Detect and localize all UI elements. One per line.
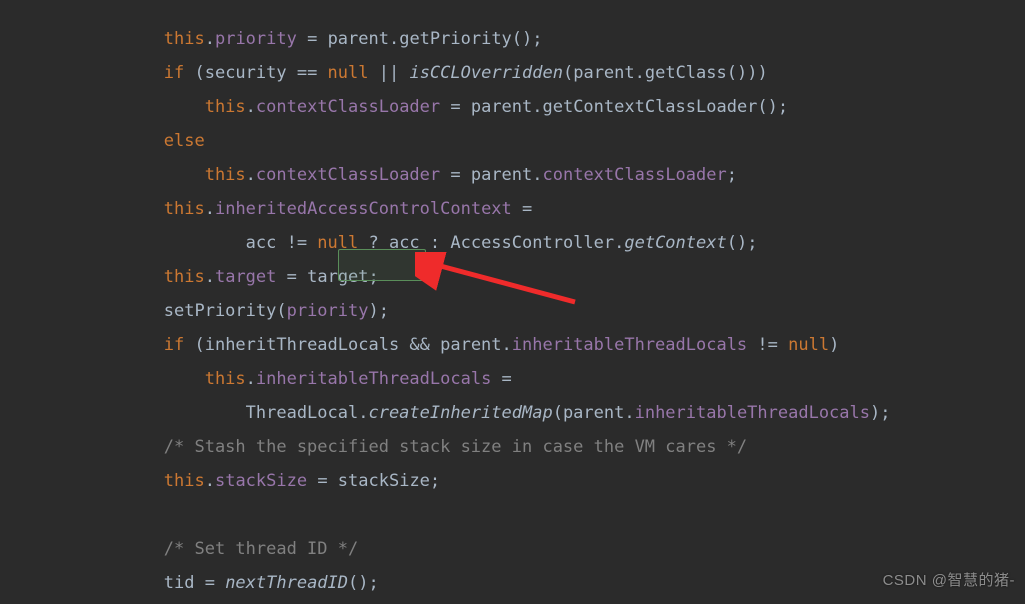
- kw-else: else: [164, 131, 205, 151]
- t: ;: [727, 165, 737, 185]
- kw-this: this: [164, 199, 205, 219]
- call-createInheritedMap: createInheritedMap: [368, 403, 552, 423]
- kw-this: this: [164, 267, 205, 287]
- field-iacc: inheritedAccessControlContext: [215, 199, 512, 219]
- comment-tid: /* Set thread ID */: [164, 539, 358, 559]
- t: ThreadLocal.: [246, 403, 369, 423]
- kw-if: if: [164, 335, 184, 355]
- kw-this: this: [205, 97, 246, 117]
- kw-null: null: [328, 63, 369, 83]
- var-target: target: [307, 267, 368, 287]
- t: );: [368, 301, 388, 321]
- field-ccl2: contextClassLoader: [543, 165, 727, 185]
- t: );: [870, 403, 890, 423]
- field-priority: priority: [287, 301, 369, 321]
- t: =: [491, 369, 511, 389]
- t: ();: [348, 573, 379, 593]
- field-priority: priority: [215, 29, 297, 49]
- t: =: [512, 199, 532, 219]
- field-itl: inheritableThreadLocals: [512, 335, 747, 355]
- t: =: [276, 267, 307, 287]
- t: = parent.getPriority();: [297, 29, 543, 49]
- kw-this: this: [164, 29, 205, 49]
- code-block[interactable]: this.priority = parent.getPriority(); if…: [0, 0, 1025, 604]
- comment-stack: /* Stash the specified stack size in cas…: [164, 437, 747, 457]
- field-itl2: inheritableThreadLocals: [635, 403, 870, 423]
- field-stacksize: stackSize: [215, 471, 307, 491]
- field-itl: inheritableThreadLocals: [256, 369, 491, 389]
- t: tid =: [164, 573, 225, 593]
- t: !=: [747, 335, 788, 355]
- call-nextThreadID: nextThreadID: [225, 573, 348, 593]
- t: ? acc : AccessController.: [358, 233, 624, 253]
- t: acc !=: [246, 233, 318, 253]
- field-ccl: contextClassLoader: [256, 165, 440, 185]
- t: ;: [369, 267, 379, 287]
- t: setPriority(: [164, 301, 287, 321]
- t: ();: [727, 233, 758, 253]
- t: (inheritThreadLocals && parent.: [184, 335, 512, 355]
- kw-this: this: [164, 471, 205, 491]
- t: = stackSize;: [307, 471, 440, 491]
- t: (parent.getClass())): [563, 63, 768, 83]
- t: (security ==: [184, 63, 327, 83]
- kw-this: this: [205, 165, 246, 185]
- t: ): [829, 335, 839, 355]
- field-target: target: [215, 267, 276, 287]
- kw-if: if: [164, 63, 184, 83]
- editor-viewport: this.priority = parent.getPriority(); if…: [0, 0, 1025, 604]
- call-isCCLOverridden: isCCLOverridden: [409, 63, 563, 83]
- kw-null: null: [317, 233, 358, 253]
- t: = parent.: [440, 165, 542, 185]
- field-ccl: contextClassLoader: [256, 97, 440, 117]
- kw-null: null: [788, 335, 829, 355]
- call-getContext: getContext: [624, 233, 726, 253]
- kw-this: this: [205, 369, 246, 389]
- t: ||: [369, 63, 410, 83]
- t: = parent.getContextClassLoader();: [440, 97, 788, 117]
- t: (parent.: [553, 403, 635, 423]
